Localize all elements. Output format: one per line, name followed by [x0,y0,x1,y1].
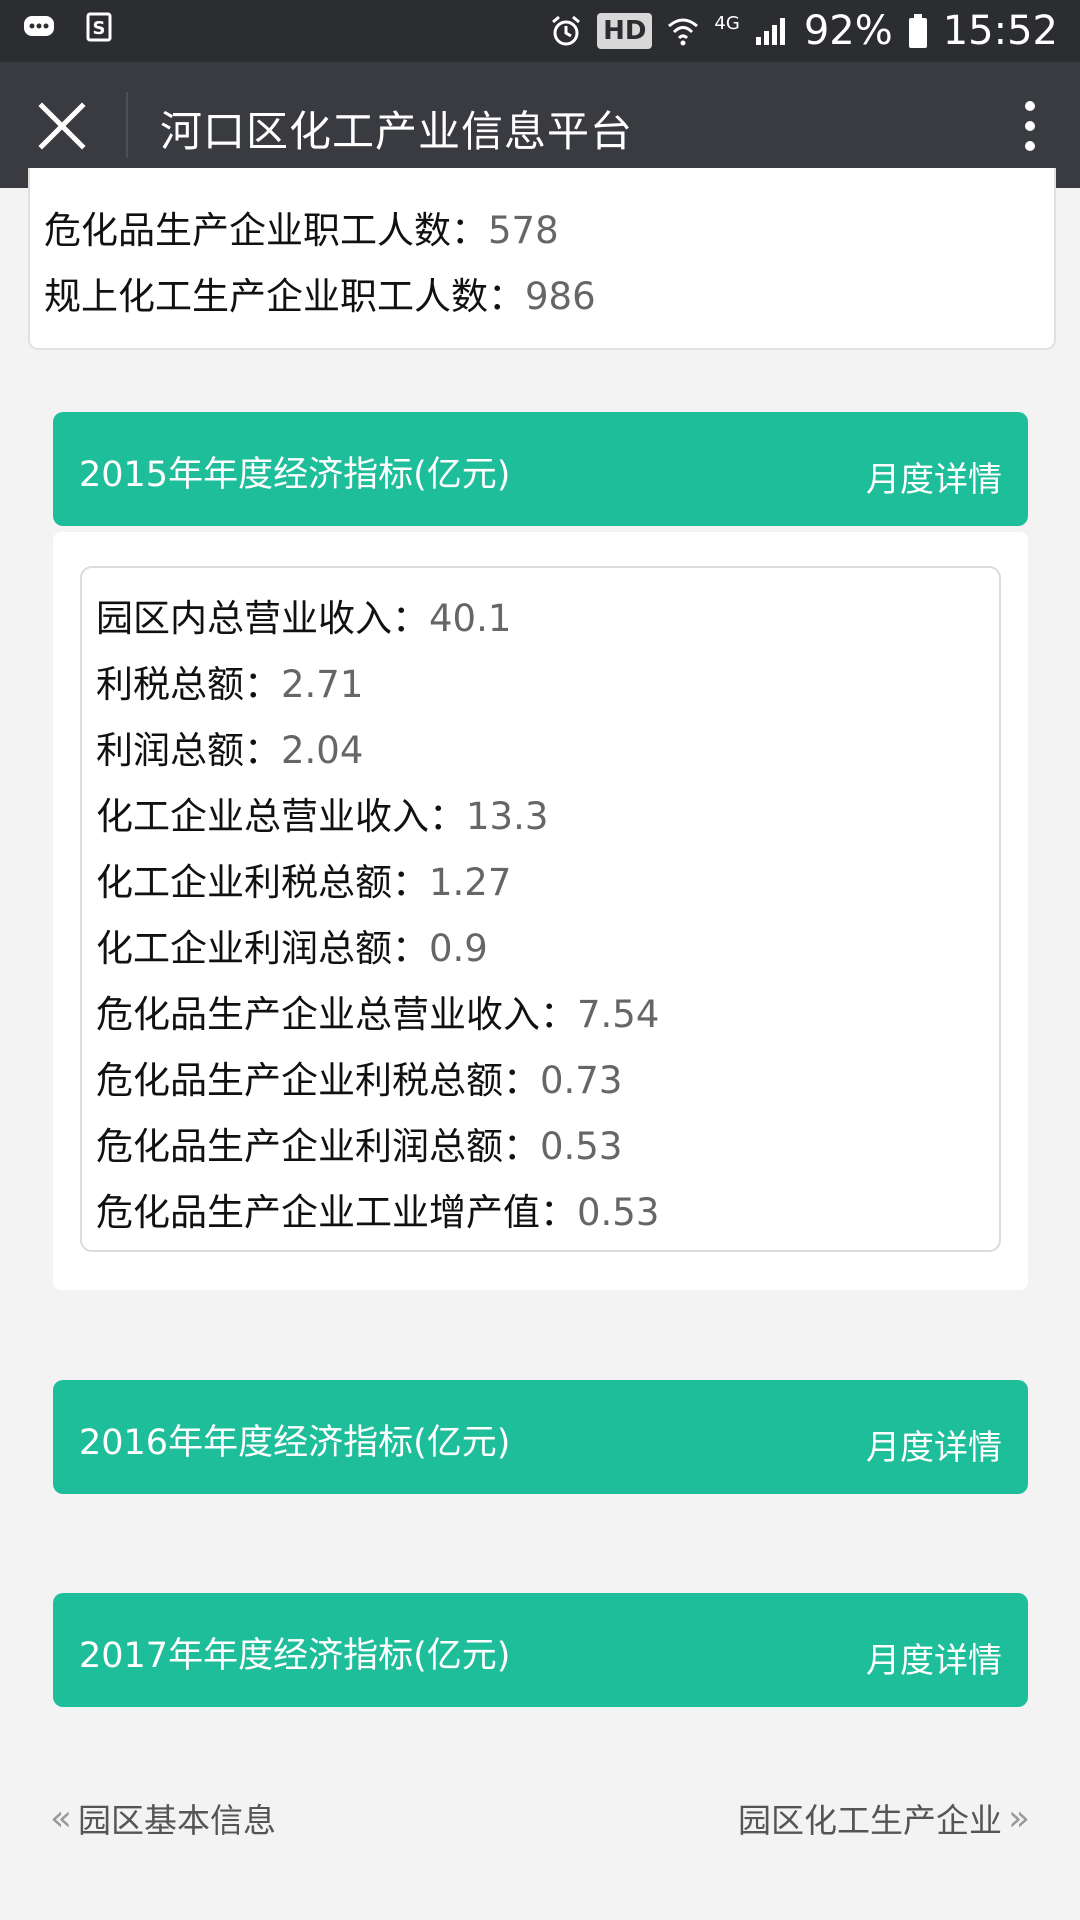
prev-page-link[interactable]: « 园区基本信息 [50,1794,276,1842]
monthly-details-link[interactable]: 月度详情 [866,1420,1002,1469]
indicator-label: 利润总额： [96,729,281,772]
status-left-icons: S [22,12,116,42]
hd-badge: HD [597,13,653,49]
indicator-value: 0.53 [540,1125,623,1168]
double-chevron-left-icon: « [50,1797,73,1839]
indicator-row: 危化品生产企业利税总额：0.73 [96,1050,622,1104]
indicator-row: 化工企业利润总额：0.9 [96,918,488,972]
indicator-row: 危化品生产企业利润总额：0.53 [96,1116,622,1170]
panel-title: 2016年年度经济指标(亿元) [79,1423,511,1463]
indicator-label: 化工企业总营业收入： [96,795,466,838]
svg-text:S: S [93,18,106,39]
indicator-value: 2.71 [281,663,364,706]
info-line: 规上化工生产企业职工人数：986 [44,266,596,320]
panel-header-2017: 2017年年度经济指标(亿元) 月度详情 [53,1593,1028,1707]
wifi-icon [668,18,699,46]
indicator-row: 危化品生产企业工业增产值：0.53 [96,1182,659,1236]
panel-header-2016: 2016年年度经济指标(亿元) 月度详情 [53,1380,1028,1494]
clock: 15:52 [942,8,1058,54]
indicator-value: 13.3 [466,795,549,838]
battery-percent: 92% [803,8,893,54]
indicator-row: 利润总额：2.04 [96,720,363,774]
indicator-value: 0.53 [577,1191,660,1234]
indicator-value: 0.73 [540,1059,623,1102]
panel-title: 2015年年度经济指标(亿元) [79,455,511,495]
panel-title: 2017年年度经济指标(亿元) [79,1636,511,1676]
indicator-label: 危化品生产企业利税总额： [96,1059,540,1102]
indicator-row: 化工企业利税总额：1.27 [96,852,511,906]
close-icon[interactable] [34,98,90,154]
status-right: HD 4G 92% 15:52 [549,8,1058,54]
monthly-details-link[interactable]: 月度详情 [866,1633,1002,1682]
monthly-details-link[interactable]: 月度详情 [866,452,1002,501]
indicator-row: 化工企业总营业收入：13.3 [96,786,548,840]
indicator-row: 危化品生产企业总营业收入：7.54 [96,984,659,1038]
message-icon [24,16,54,36]
indicators-box: 园区内总营业收入：40.1 利税总额：2.71 利润总额：2.04 化工企业总营… [80,566,1001,1252]
double-chevron-right-icon: » [1007,1797,1030,1839]
info-value: 578 [488,209,559,252]
info-label: 危化品生产企业职工人数： [44,209,488,252]
prev-page-label: 园区基本信息 [78,1801,277,1840]
indicator-row: 园区内总营业收入：40.1 [96,588,511,642]
page-title: 河口区化工产业信息平台 [160,107,634,156]
indicator-label: 危化品生产企业利润总额： [96,1125,540,1168]
indicator-label: 化工企业利税总额： [96,861,429,904]
s-app-icon: S [86,12,112,42]
indicator-value: 2.04 [281,729,364,772]
indicator-value: 1.27 [429,861,512,904]
titlebar-divider [126,92,128,158]
next-page-label: 园区化工生产企业 [737,1801,1002,1840]
info-label: 规上化工生产企业职工人数： [44,275,525,318]
indicator-label: 园区内总营业收入： [96,597,429,640]
indicator-value: 7.54 [577,993,660,1036]
indicator-label: 危化品生产企业工业增产值： [96,1191,577,1234]
alarm-icon [552,15,581,46]
info-value: 986 [525,275,596,318]
battery-icon [908,14,927,48]
next-page-link[interactable]: 园区化工生产企业 » [738,1794,1030,1842]
indicator-label: 化工企业利润总额： [96,927,429,970]
more-options-icon[interactable] [1002,96,1058,156]
panel-header-2015: 2015年年度经济指标(亿元) 月度详情 [53,412,1028,526]
indicator-value: 0.9 [429,927,488,970]
indicator-label: 危化品生产企业总营业收入： [96,993,577,1036]
staff-info-card: ▔▔▔▔▔▔▔▔ 危化品生产企业职工人数：578 规上化工生产企业职工人数：98… [28,168,1056,350]
indicator-label: 利税总额： [96,663,281,706]
signal-icon [755,18,785,45]
indicator-value: 40.1 [429,597,512,640]
network-type: 4G [714,12,740,34]
status-bar: S HD 4G 92% 15:52 [0,0,1080,62]
panel-body-2015: 园区内总营业收入：40.1 利税总额：2.71 利润总额：2.04 化工企业总营… [53,532,1028,1290]
indicator-row: 利税总额：2.71 [96,654,363,708]
info-line: 危化品生产企业职工人数：578 [44,200,559,254]
